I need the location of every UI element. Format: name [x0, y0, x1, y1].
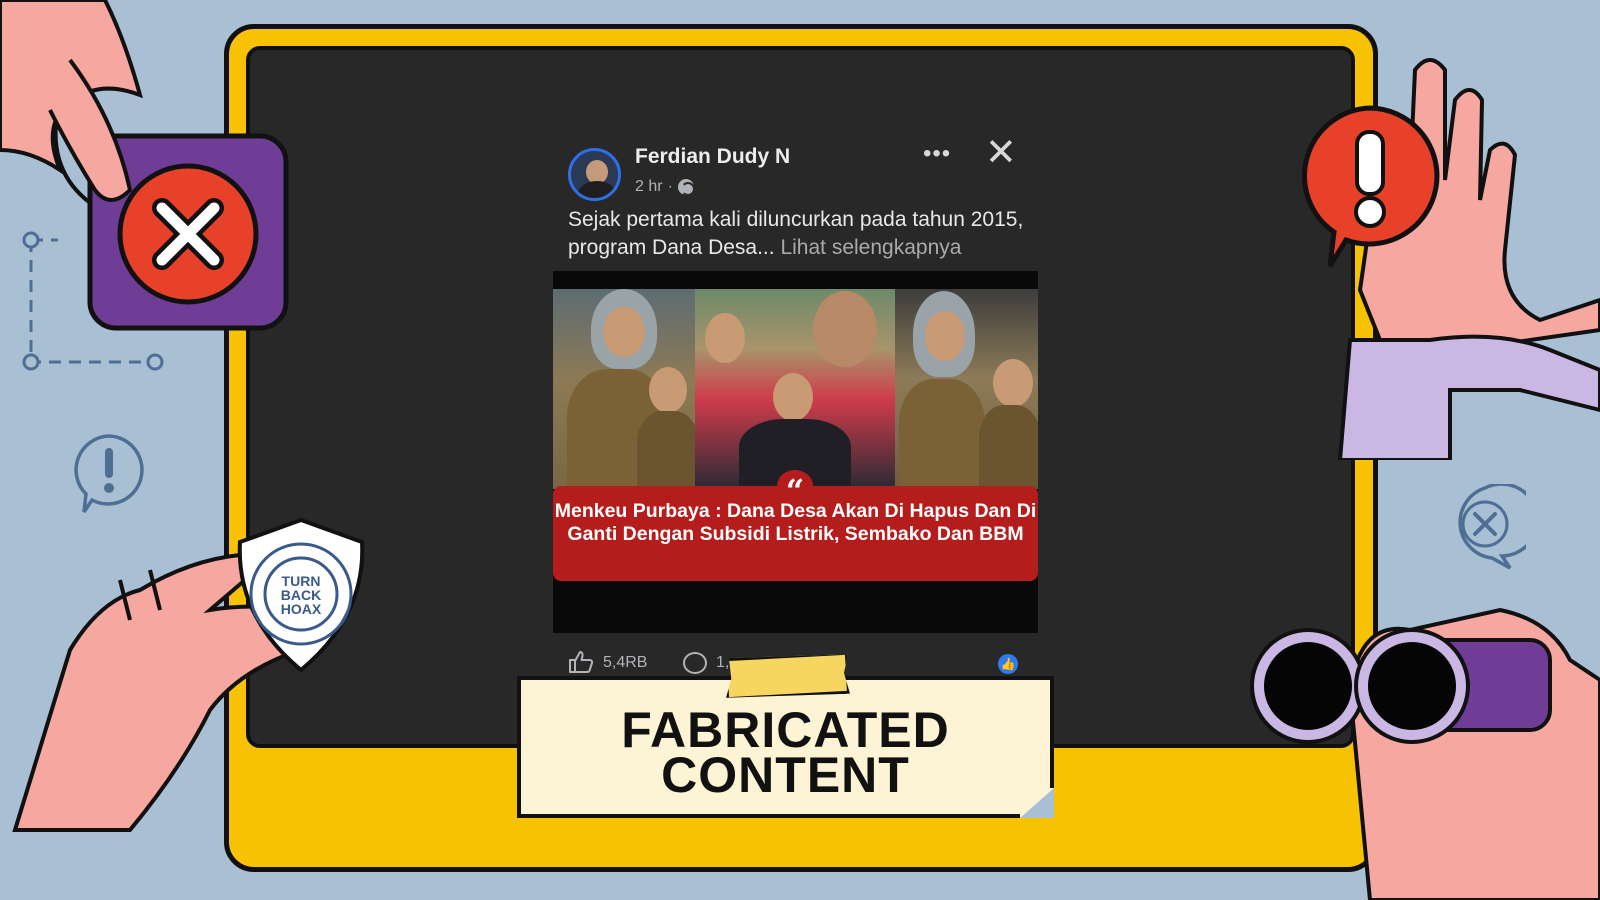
verdict-text: FABRICATED CONTENT — [521, 705, 1050, 803]
reject-bubble-icon — [1458, 484, 1526, 570]
see-more-link[interactable]: Lihat selengkapnya — [780, 236, 961, 259]
meta-separator: · — [667, 178, 673, 195]
like-count[interactable]: 5,4RB — [603, 654, 647, 672]
post-caption: Sejak pertama kali diluncurkan pada tahu… — [568, 206, 1038, 262]
post-image[interactable]: Menkeu Purbaya : Dana Desa Akan Di Hapus… — [553, 271, 1038, 633]
post-author[interactable]: Ferdian Dudy N — [635, 145, 790, 169]
more-options-icon[interactable]: ••• — [923, 140, 951, 168]
thumbs-up-icon[interactable] — [568, 650, 594, 674]
binoculars-illustration — [1250, 607, 1600, 900]
collage-panel-left — [553, 289, 699, 489]
svg-text:HOAX: HOAX — [281, 601, 322, 617]
verdict-line-2: CONTENT — [661, 747, 910, 803]
warning-bubble-icon — [74, 434, 144, 513]
post-meta: 2 hr · — [635, 178, 695, 196]
quote-icon: “ — [777, 470, 813, 510]
infographic: TURN BACK HOAX Ferdian Dudy N 2 hr · •••… — [0, 0, 1600, 900]
post-time[interactable]: 2 hr — [635, 178, 663, 196]
mafindo-turnbackhoax-badge: TURN BACK HOAX — [237, 517, 365, 673]
tape-strip — [724, 652, 850, 700]
paper-fold-corner — [1020, 788, 1054, 818]
comment-count[interactable]: 1, — [716, 654, 729, 672]
globe-icon — [677, 179, 695, 196]
close-icon[interactable]: ✕ — [985, 134, 1017, 172]
verdict-label: FABRICATED CONTENT — [517, 676, 1054, 818]
hand-left-top-finger-illustration — [48, 58, 133, 202]
collage-panel-center — [695, 289, 895, 489]
avatar[interactable] — [568, 148, 621, 201]
photo-collage — [553, 289, 1038, 489]
like-reaction-icon: 👍 — [998, 654, 1018, 674]
collage-panel-right — [895, 289, 1038, 489]
alert-exclamation-icon — [1302, 105, 1440, 268]
comment-icon[interactable] — [683, 652, 707, 674]
